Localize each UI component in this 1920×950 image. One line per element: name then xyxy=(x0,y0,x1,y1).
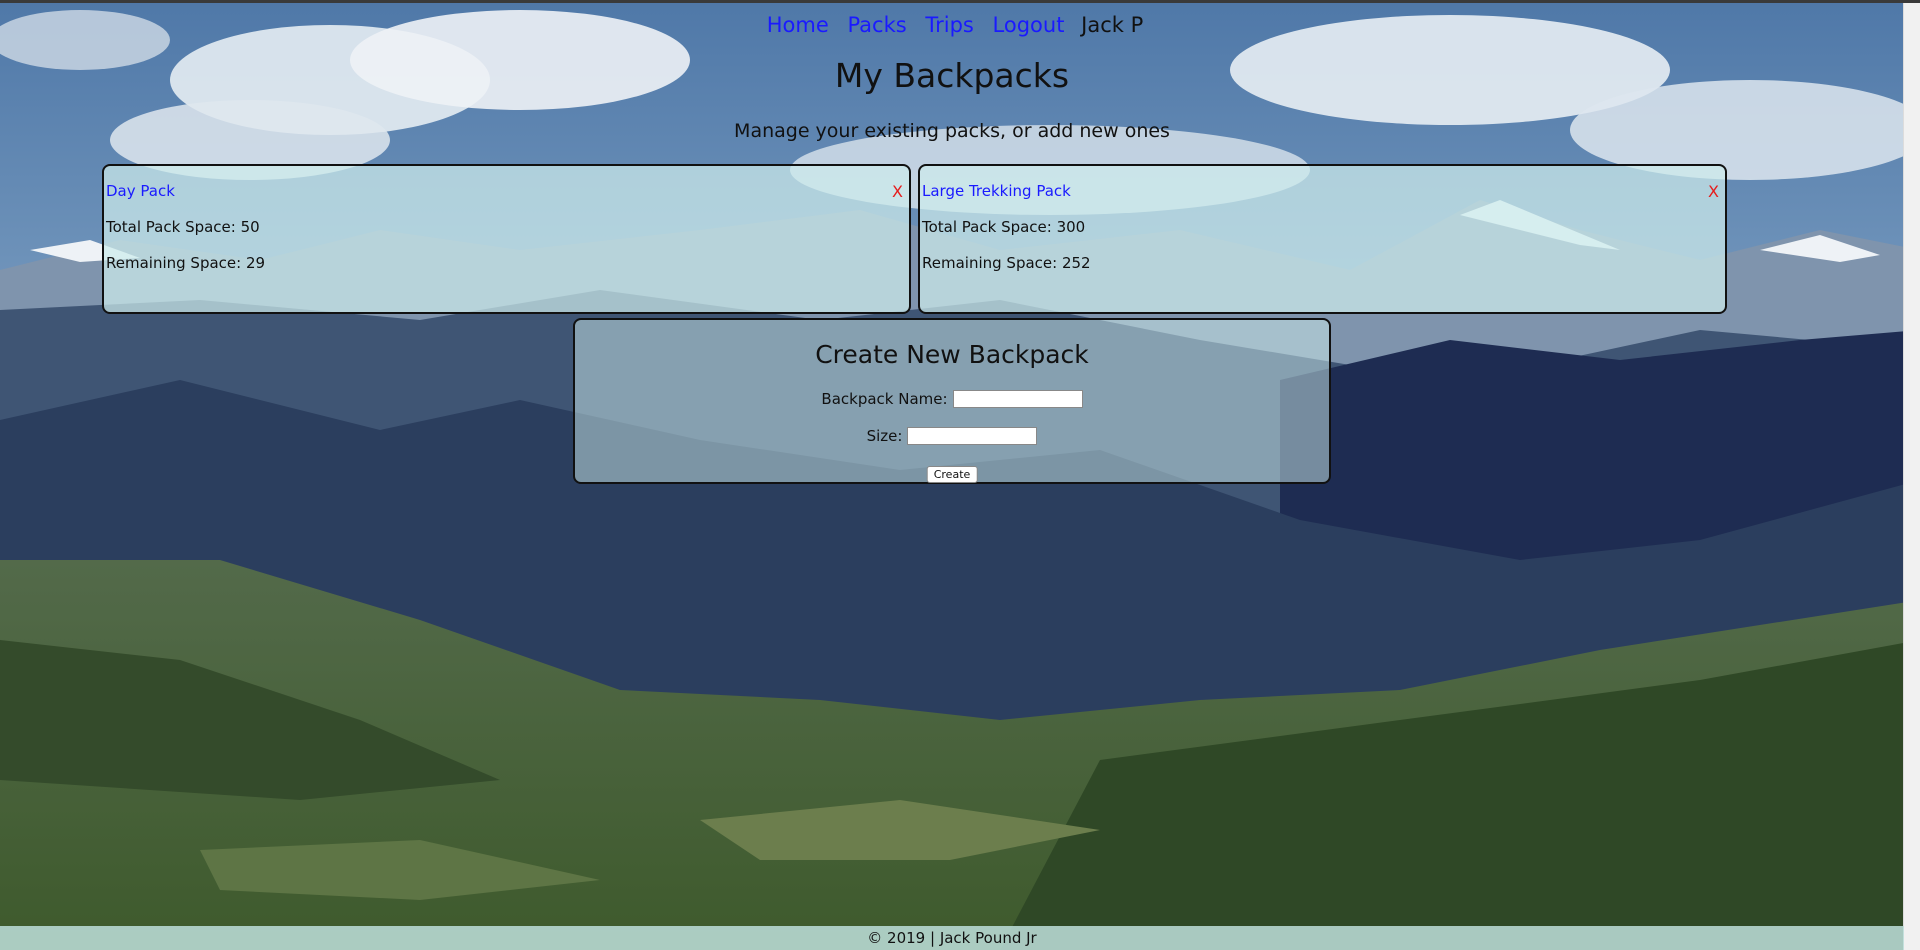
nav-link-home[interactable]: Home xyxy=(767,13,829,37)
backpack-size-row: Size: xyxy=(575,427,1329,445)
pack-total-space: Total Pack Space: 50 xyxy=(106,218,260,236)
delete-pack-button[interactable]: X xyxy=(1708,182,1719,201)
pack-name-link[interactable]: Large Trekking Pack xyxy=(922,182,1071,200)
create-backpack-button[interactable]: Create xyxy=(926,466,978,483)
current-user-name: Jack P xyxy=(1081,13,1144,37)
page-subtitle: Manage your existing packs, or add new o… xyxy=(734,120,1170,142)
pack-card: Large Trekking Pack X Total Pack Space: … xyxy=(918,164,1727,314)
top-navigation: Home Packs Trips Logout Jack P xyxy=(0,12,1904,38)
backpack-size-input[interactable] xyxy=(907,427,1038,445)
pack-total-space: Total Pack Space: 300 xyxy=(922,218,1086,236)
pack-name-link[interactable]: Day Pack xyxy=(106,182,175,200)
page-title: My Backpacks xyxy=(834,56,1070,95)
window-top-border xyxy=(0,0,1920,3)
nav-link-trips[interactable]: Trips xyxy=(925,13,973,37)
create-backpack-form: Create New Backpack Backpack Name: Size:… xyxy=(573,318,1331,484)
pack-remaining-space: Remaining Space: 252 xyxy=(922,254,1091,272)
pack-card: Day Pack X Total Pack Space: 50 Remainin… xyxy=(102,164,911,314)
backpack-name-input[interactable] xyxy=(952,390,1083,408)
backpack-name-label: Backpack Name: xyxy=(821,390,948,408)
page-scrollbar[interactable] xyxy=(1903,3,1920,950)
delete-pack-button[interactable]: X xyxy=(892,182,903,201)
pack-remaining-space: Remaining Space: 29 xyxy=(106,254,266,272)
backpack-name-row: Backpack Name: xyxy=(575,390,1329,408)
create-form-title: Create New Backpack xyxy=(815,340,1089,369)
page-footer: © 2019 | Jack Pound Jr xyxy=(0,926,1904,950)
nav-link-packs[interactable]: Packs xyxy=(847,13,906,37)
nav-link-logout[interactable]: Logout xyxy=(993,13,1065,37)
backpack-size-label: Size: xyxy=(866,427,903,445)
